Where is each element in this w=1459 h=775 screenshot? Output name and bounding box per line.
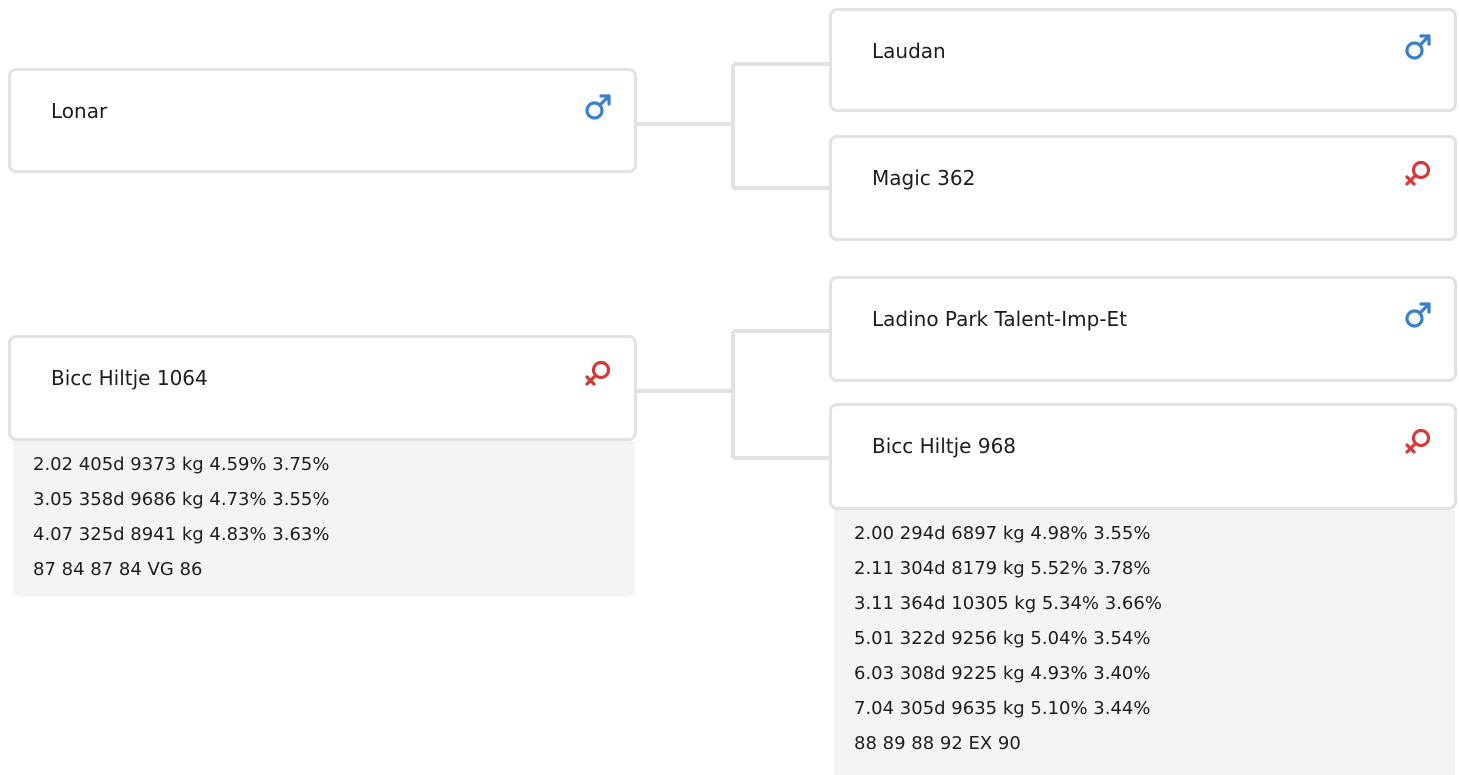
- dam-dam-name: Bicc Hiltje 968: [872, 434, 1017, 458]
- dam-dam-stat-line: 6.03 308d 9225 kg 4.93% 3.40%: [854, 663, 1151, 684]
- dam-dam-card[interactable]: Bicc Hiltje 968: [829, 403, 1457, 510]
- dam-sire-card[interactable]: Ladino Park Talent-Imp-Et: [829, 276, 1457, 382]
- dam-dam-stat-line: 2.11 304d 8179 kg 5.52% 3.78%: [854, 558, 1151, 579]
- sire-card[interactable]: Lonar: [8, 68, 637, 173]
- dam-dam-stat-line: 5.01 322d 9256 kg 5.04% 3.54%: [854, 628, 1151, 649]
- male-icon: [1402, 31, 1434, 63]
- sire-dam-name: Magic 362: [872, 166, 976, 190]
- sire-name: Lonar: [51, 99, 108, 123]
- dam-dam-stat-line: 88 89 88 92 EX 90: [854, 733, 1021, 754]
- female-icon: [1402, 158, 1434, 190]
- dam-dam-stats: 2.00 294d 6897 kg 4.98% 3.55% 2.11 304d …: [834, 510, 1455, 775]
- sire-dam-card[interactable]: Magic 362: [829, 135, 1457, 241]
- dam-sire-name: Ladino Park Talent-Imp-Et: [872, 307, 1128, 331]
- dam-stat-line: 4.07 325d 8941 kg 4.83% 3.63%: [33, 524, 330, 545]
- connector-bicc-hiltje-1064: [636, 329, 832, 460]
- dam-dam-stat-line: 2.00 294d 6897 kg 4.98% 3.55%: [854, 523, 1151, 544]
- dam-name: Bicc Hiltje 1064: [51, 366, 208, 390]
- dam-dam-stat-line: 7.04 305d 9635 kg 5.10% 3.44%: [854, 698, 1151, 719]
- male-icon: [1402, 299, 1434, 331]
- dam-stats: 2.02 405d 9373 kg 4.59% 3.75% 3.05 358d …: [13, 441, 635, 597]
- female-icon: [1402, 426, 1434, 458]
- female-icon: [582, 358, 614, 390]
- sire-sire-name: Laudan: [872, 39, 946, 63]
- sire-sire-card[interactable]: Laudan: [829, 8, 1457, 112]
- dam-stat-line: 3.05 358d 9686 kg 4.73% 3.55%: [33, 489, 330, 510]
- dam-stat-line: 87 84 87 84 VG 86: [33, 559, 203, 580]
- dam-card[interactable]: Bicc Hiltje 1064: [8, 335, 637, 441]
- connector-lonar: [636, 62, 832, 190]
- male-icon: [582, 91, 614, 123]
- dam-stat-line: 2.02 405d 9373 kg 4.59% 3.75%: [33, 454, 330, 475]
- dam-dam-stat-line: 3.11 364d 10305 kg 5.34% 3.66%: [854, 593, 1162, 614]
